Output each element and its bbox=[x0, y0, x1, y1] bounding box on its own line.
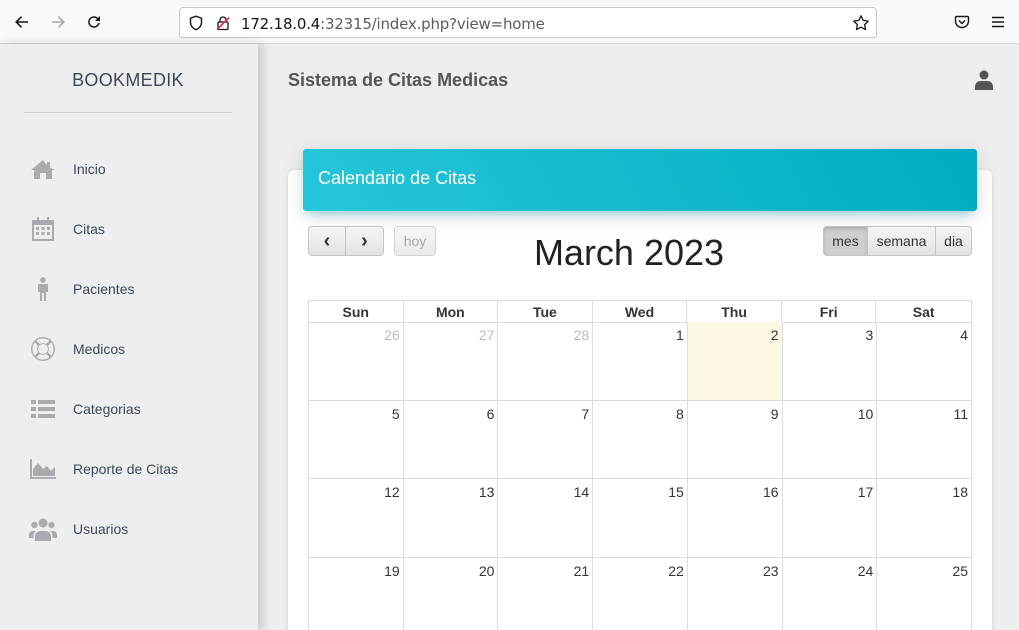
day-cell[interactable]: 11 bbox=[877, 400, 972, 478]
pocket-icon[interactable] bbox=[951, 11, 973, 33]
calendar-week: 12 13 14 15 16 17 18 bbox=[308, 479, 972, 558]
reload-icon[interactable] bbox=[83, 11, 105, 33]
weekday-label: Sun bbox=[309, 301, 404, 323]
day-cell[interactable]: 8 bbox=[593, 400, 688, 478]
user-icon[interactable] bbox=[975, 70, 993, 90]
brand-logo[interactable]: BOOKMEDIK bbox=[0, 70, 256, 91]
day-cell[interactable]: 6 bbox=[404, 400, 499, 478]
day-cell[interactable]: 13 bbox=[404, 479, 499, 557]
day-cell[interactable]: 27 bbox=[404, 322, 499, 400]
day-cell-today[interactable]: 2 bbox=[687, 322, 783, 400]
card-title: Calendario de Citas bbox=[318, 168, 477, 188]
life-ring-icon bbox=[28, 336, 58, 362]
sidebar-item-label: Inicio bbox=[73, 161, 106, 177]
weekday-label: Thu bbox=[687, 301, 782, 323]
day-cell[interactable]: 1 bbox=[593, 322, 688, 400]
sidebar-divider bbox=[24, 112, 232, 113]
day-cell[interactable]: 23 bbox=[688, 557, 783, 630]
day-cell[interactable]: 14 bbox=[498, 479, 594, 557]
sidebar-item-reporte-de-citas[interactable]: Reporte de Citas bbox=[0, 447, 258, 491]
calendar-title: March 2023 bbox=[533, 232, 725, 273]
sidebar-item-label: Citas bbox=[73, 221, 105, 237]
day-cell[interactable]: 15 bbox=[593, 479, 688, 557]
back-icon[interactable] bbox=[11, 11, 33, 33]
weekday-header: Sun Mon Tue Wed Thu Fri Sat bbox=[308, 300, 972, 323]
sidebar-item-citas[interactable]: Citas bbox=[0, 207, 258, 251]
url-path: :32315/index.php?view=home bbox=[320, 15, 545, 33]
day-cell[interactable]: 19 bbox=[309, 557, 404, 630]
day-cell[interactable]: 25 bbox=[877, 557, 972, 630]
calendar-week: 5 6 7 8 9 10 11 bbox=[308, 400, 972, 479]
day-cell[interactable]: 22 bbox=[593, 557, 688, 630]
day-cell[interactable]: 28 bbox=[498, 322, 594, 400]
sidebar-item-label: Pacientes bbox=[73, 281, 135, 297]
home-icon bbox=[28, 156, 58, 182]
sidebar-item-inicio[interactable]: Inicio bbox=[0, 147, 258, 191]
weekday-label: Mon bbox=[404, 301, 499, 323]
prev-month-button[interactable]: ‹ bbox=[308, 226, 346, 256]
day-cell[interactable]: 3 bbox=[783, 322, 878, 400]
next-month-button[interactable]: › bbox=[345, 226, 384, 256]
day-cell[interactable]: 21 bbox=[498, 557, 594, 630]
day-cell[interactable]: 20 bbox=[404, 557, 499, 630]
sidebar-item-label: Reporte de Citas bbox=[73, 461, 179, 477]
sidebar-item-categorias[interactable]: Categorias bbox=[0, 387, 258, 431]
bookmark-star-icon[interactable] bbox=[852, 14, 870, 32]
view-week-button[interactable]: semana bbox=[867, 226, 936, 256]
day-cell[interactable]: 26 bbox=[309, 322, 404, 400]
day-cell[interactable]: 24 bbox=[783, 557, 878, 630]
sidebar-item-pacientes[interactable]: Pacientes bbox=[0, 267, 258, 311]
calendar-week: 26 27 28 1 2 3 4 bbox=[308, 322, 972, 401]
card-header: Calendario de Citas bbox=[303, 149, 977, 211]
forward-icon[interactable] bbox=[47, 11, 69, 33]
day-cell[interactable]: 12 bbox=[309, 479, 404, 557]
sidebar-item-label: Categorias bbox=[73, 401, 141, 417]
sidebar-item-label: Usuarios bbox=[73, 521, 129, 537]
calendar-week: 19 20 21 22 23 24 25 bbox=[308, 557, 972, 630]
sidebar-item-usuarios[interactable]: Usuarios bbox=[0, 507, 258, 551]
view-month-button[interactable]: mes bbox=[823, 226, 868, 256]
day-cell[interactable]: 4 bbox=[877, 322, 972, 400]
weekday-label: Sat bbox=[912, 304, 935, 320]
users-icon bbox=[28, 516, 58, 542]
sidebar-item-label: Medicos bbox=[73, 341, 126, 357]
day-cell[interactable]: 5 bbox=[309, 400, 404, 478]
list-icon bbox=[28, 396, 58, 422]
day-cell[interactable]: 17 bbox=[783, 479, 878, 557]
browser-toolbar: 172.18.0.4:32315/index.php?view=home bbox=[0, 0, 1019, 44]
weekday-label: Fri bbox=[782, 301, 877, 323]
view-day-button[interactable]: dia bbox=[935, 226, 972, 256]
insecure-lock-icon[interactable] bbox=[215, 15, 231, 31]
day-cell[interactable]: 7 bbox=[498, 400, 594, 478]
day-cell[interactable]: 18 bbox=[877, 479, 972, 557]
page-title: Sistema de Citas Medicas bbox=[288, 70, 509, 90]
area-chart-icon bbox=[28, 456, 58, 482]
today-button[interactable]: hoy bbox=[394, 226, 436, 256]
url-bar[interactable]: 172.18.0.4:32315/index.php?view=home bbox=[179, 7, 877, 38]
menu-hamburger-icon[interactable] bbox=[987, 11, 1009, 33]
day-cell[interactable]: 9 bbox=[688, 400, 783, 478]
calendar-icon bbox=[28, 216, 58, 242]
weekday-label: Wed bbox=[593, 301, 688, 323]
shield-icon[interactable] bbox=[188, 15, 204, 31]
sidebar-item-medicos[interactable]: Medicos bbox=[0, 327, 258, 371]
day-cell[interactable]: 10 bbox=[783, 400, 878, 478]
calendar-grid: 26 27 28 1 2 3 4 5 6 7 8 9 10 11 12 13 1… bbox=[308, 322, 972, 630]
sidebar: BOOKMEDIK Inicio Citas Pacientes Medicos… bbox=[0, 44, 258, 630]
male-icon bbox=[28, 276, 58, 302]
weekday-label: Tue bbox=[498, 301, 593, 323]
day-cell[interactable]: 16 bbox=[688, 479, 783, 557]
url-text: 172.18.0.4:32315/index.php?view=home bbox=[241, 15, 545, 33]
url-host: 172.18.0.4 bbox=[241, 15, 321, 33]
